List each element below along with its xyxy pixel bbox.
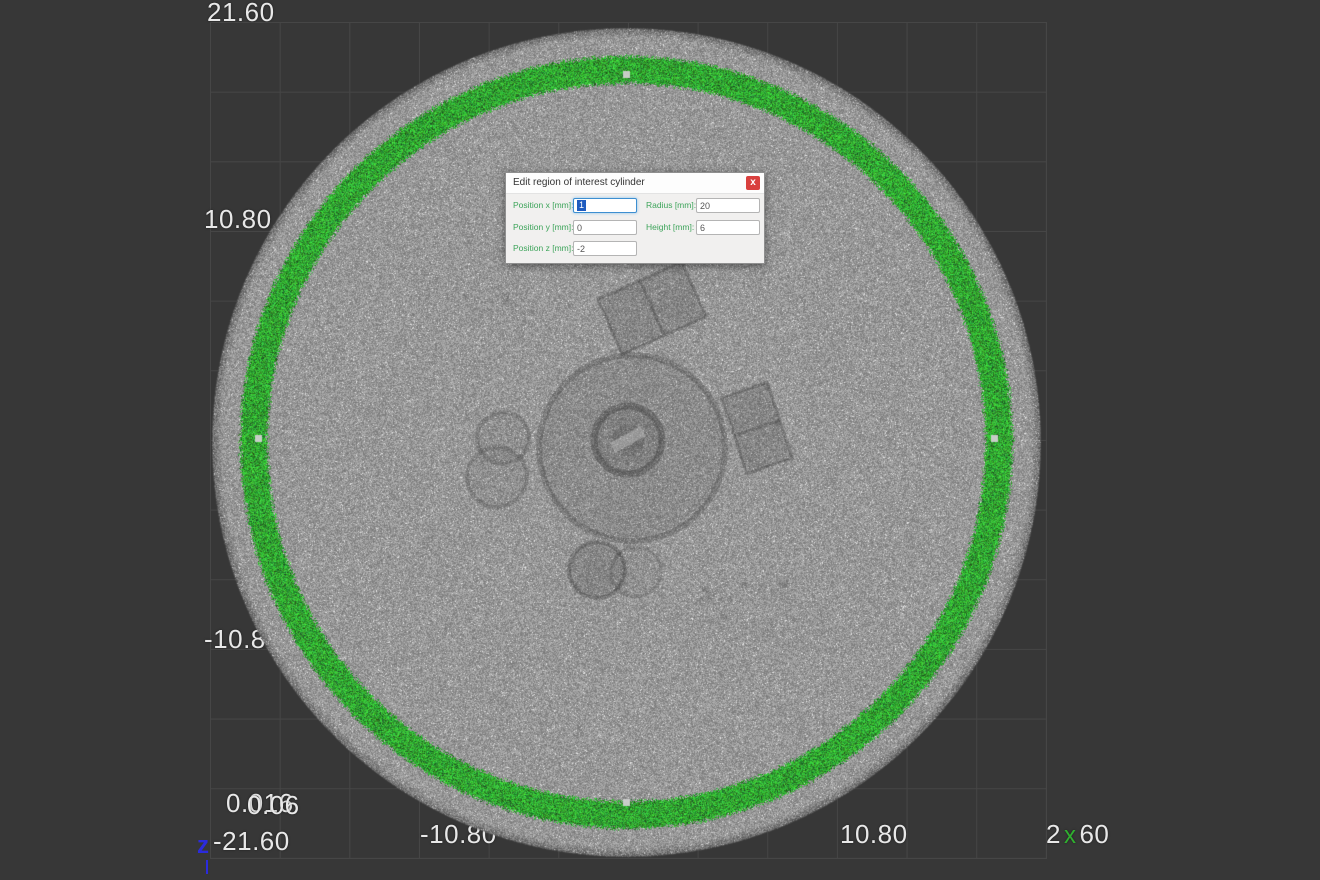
dialog-titlebar[interactable]: Edit region of interest cylinder x — [506, 173, 764, 194]
height-label: Height [mm]: — [646, 220, 694, 235]
ct-slice-canvas-with-roi-ring[interactable] — [0, 0, 1320, 880]
position-y-field[interactable] — [573, 220, 637, 235]
edit-roi-cylinder-dialog: Edit region of interest cylinder x Posit… — [505, 172, 765, 264]
radius-label: Radius [mm]: — [646, 198, 696, 213]
dialog-title: Edit region of interest cylinder — [513, 173, 645, 193]
position-x-selected-value: 1 — [577, 200, 586, 211]
radius-field[interactable] — [696, 198, 760, 213]
dialog-body: Position x [mm]: 1 Position y [mm]: Posi… — [506, 194, 764, 263]
height-field[interactable] — [696, 220, 760, 235]
slice-viewport: 21.60 10.80 -10.8 -21.60 -10.80 10.80 2 … — [0, 0, 1320, 880]
close-icon[interactable]: x — [746, 176, 760, 190]
position-y-label: Position y [mm]: — [513, 220, 573, 235]
position-x-field[interactable]: 1 — [573, 198, 637, 213]
position-z-field[interactable] — [573, 241, 637, 256]
position-x-label: Position x [mm]: — [513, 198, 573, 213]
position-z-label: Position z [mm]: — [513, 241, 573, 256]
